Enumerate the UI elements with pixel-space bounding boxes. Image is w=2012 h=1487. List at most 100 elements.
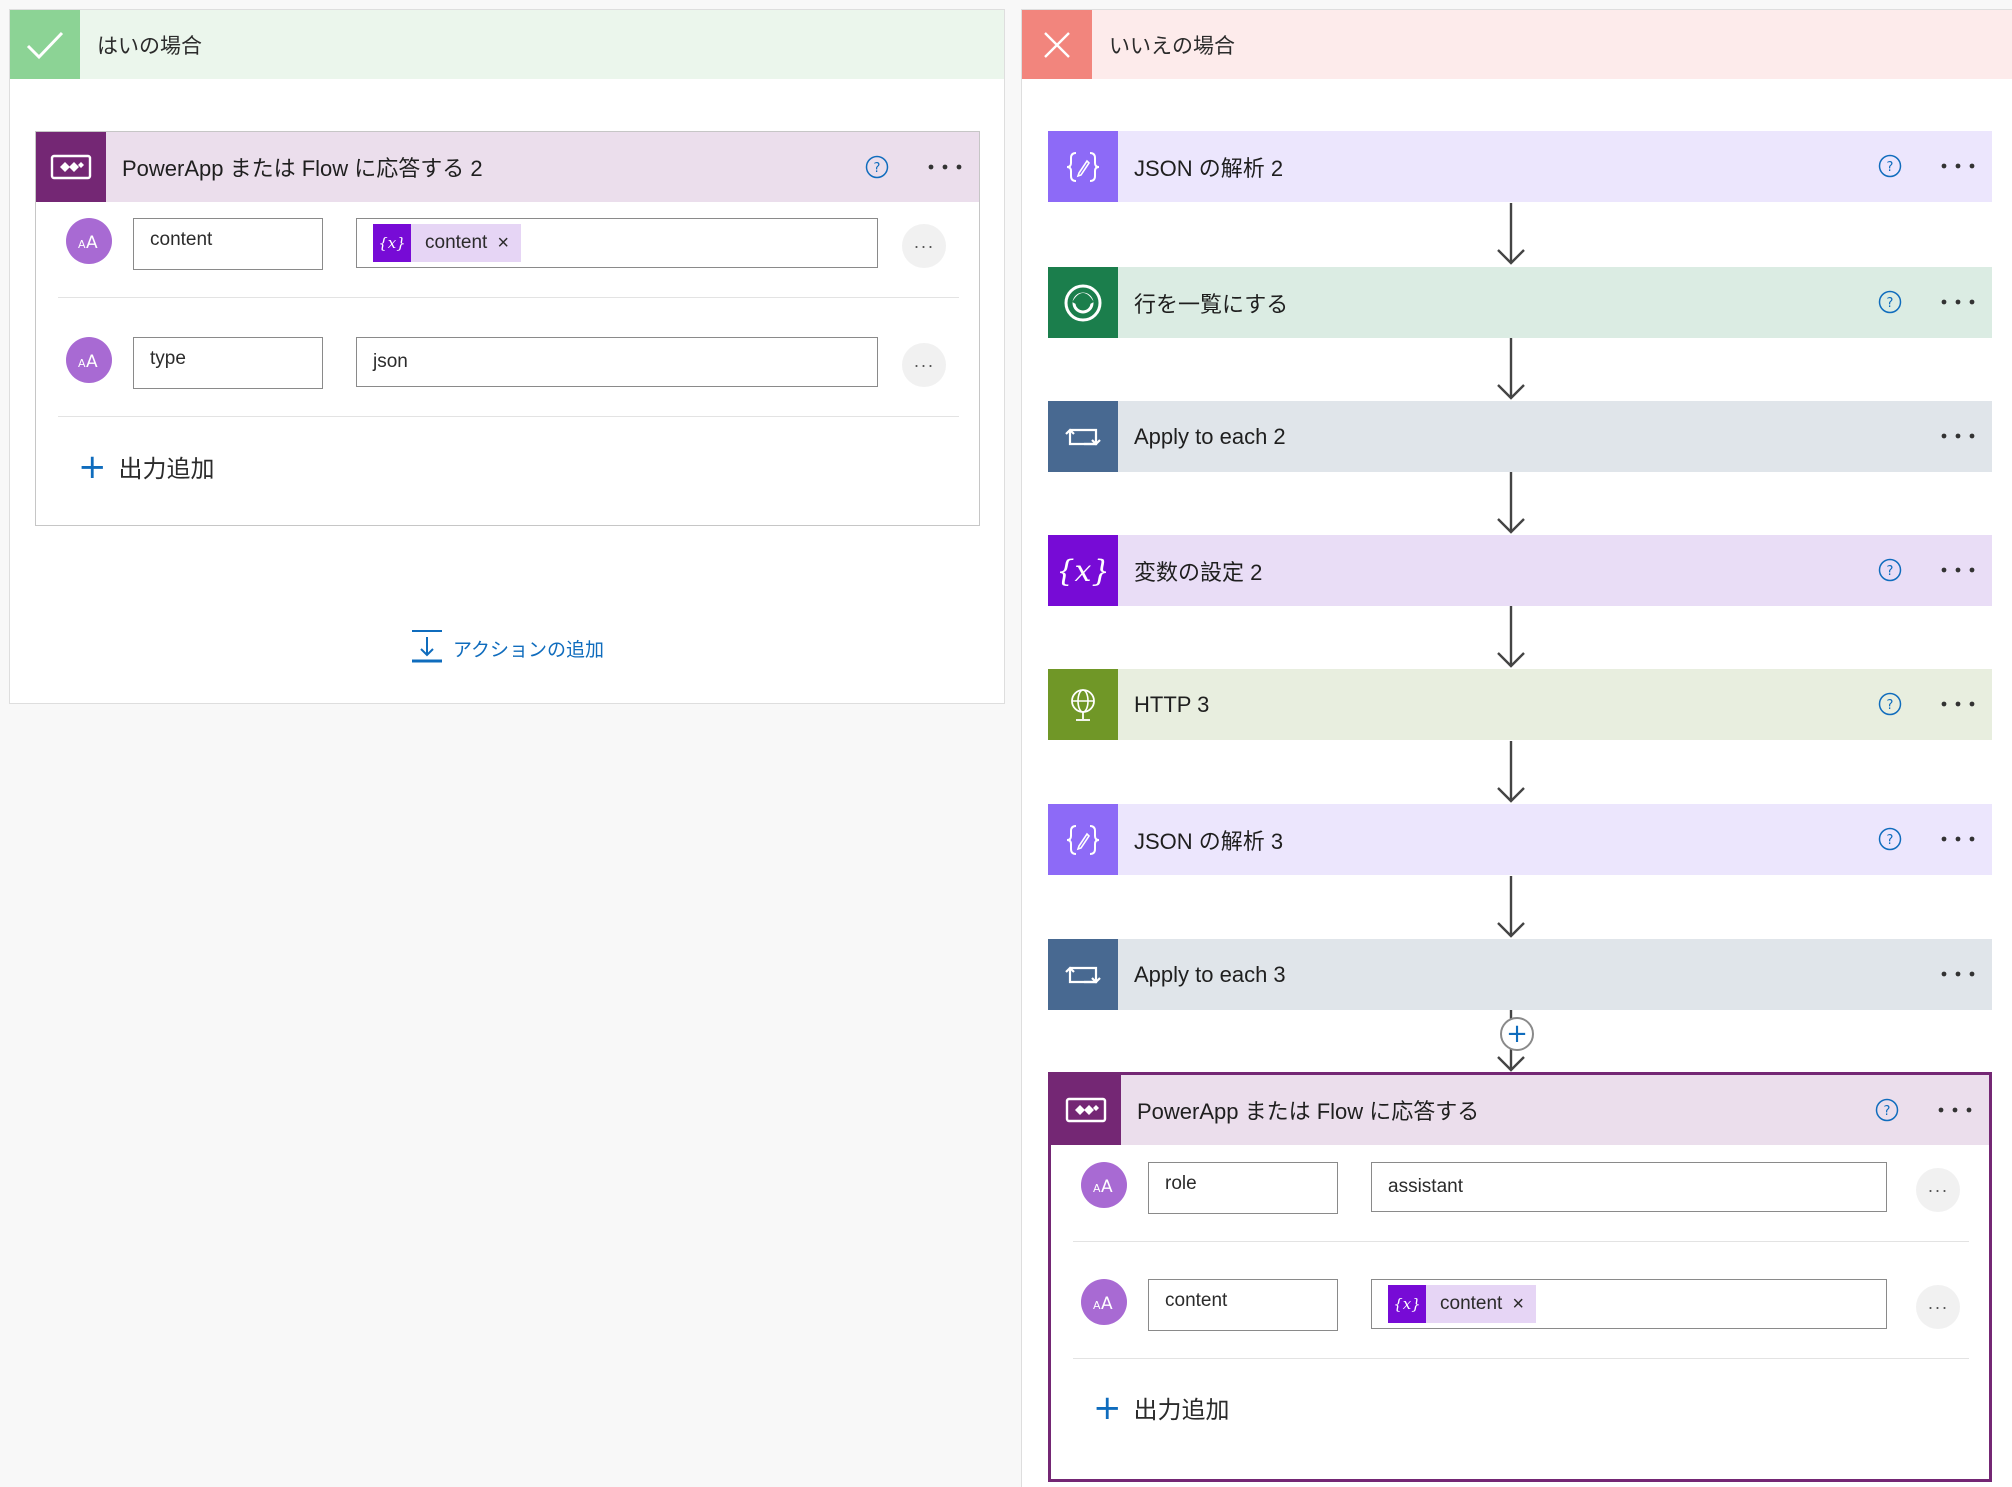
loop-icon [1048, 939, 1118, 1010]
close-icon [1022, 10, 1092, 79]
output-value-field[interactable]: assistant [1371, 1162, 1887, 1212]
card-header[interactable]: HTTP 3 ? [1048, 669, 1992, 740]
add-output-label: 出力追加 [118, 456, 215, 483]
row-more-options-icon[interactable]: ··· [1916, 1168, 1960, 1212]
step-list-rows[interactable]: 行を一覧にする ? [1048, 267, 1992, 338]
help-icon[interactable]: ? [1875, 1098, 1899, 1122]
card-header[interactable]: Apply to each 3 [1048, 939, 1992, 1010]
output-key-field[interactable]: type [133, 337, 323, 389]
add-action-icon [409, 628, 445, 669]
add-output-button[interactable]: + 出力追加 [1093, 1390, 1230, 1425]
card-title: PowerApp または Flow に応答する 2 [122, 156, 483, 181]
more-options-icon[interactable] [1938, 151, 1978, 181]
svg-text:A: A [78, 238, 86, 250]
step-parse-json-3[interactable]: JSON の解析 3 ? [1048, 804, 1992, 875]
card-header[interactable]: JSON の解析 2 ? [1048, 131, 1992, 202]
output-key-field[interactable]: content [1148, 1279, 1338, 1331]
insert-step-button[interactable]: + [1500, 1017, 1534, 1051]
no-branch-panel: いいえの場合 JSON の解析 2 ? 行を一覧にする ? Apply to e… [1021, 9, 2012, 1487]
card-header[interactable]: Apply to each 2 [1048, 401, 1992, 472]
card-title: 変数の設定 2 [1134, 559, 1263, 585]
help-icon[interactable]: ? [1878, 692, 1902, 716]
help-icon[interactable]: ? [865, 155, 889, 179]
step-http-3[interactable]: HTTP 3 ? [1048, 669, 1992, 740]
no-branch-header[interactable]: いいえの場合 [1022, 10, 2012, 79]
svg-text:A: A [86, 352, 98, 369]
help-icon[interactable]: ? [1878, 558, 1902, 582]
remove-token-icon[interactable]: × [497, 232, 509, 255]
output-row: AA content {x} content × ··· [58, 206, 959, 276]
card-title: 行を一覧にする [1134, 291, 1289, 317]
more-options-icon[interactable] [1935, 1095, 1975, 1125]
output-key-field[interactable]: role [1148, 1162, 1338, 1214]
no-branch-title: いいえの場合 [1109, 34, 1235, 58]
card-title: Apply to each 3 [1134, 961, 1286, 987]
help-icon[interactable]: ? [1878, 290, 1902, 314]
step-set-variable-2[interactable]: {x} 変数の設定 2 ? [1048, 535, 1992, 606]
connector-arrow [1497, 876, 1525, 938]
card-title: JSON の解析 3 [1134, 828, 1284, 854]
output-key-field[interactable]: content [133, 218, 323, 270]
card-header[interactable]: PowerApp または Flow に応答する ? [1051, 1075, 1989, 1145]
check-icon [10, 10, 80, 79]
divider [58, 416, 959, 417]
add-output-label: 出力追加 [1133, 1397, 1230, 1424]
parse-json-icon [1048, 804, 1118, 875]
loop-icon [1048, 401, 1118, 472]
more-options-icon[interactable] [1938, 689, 1978, 719]
connector-arrow [1497, 606, 1525, 668]
add-output-button[interactable]: + 出力追加 [78, 449, 215, 484]
plus-icon: + [78, 446, 107, 487]
add-action-button[interactable]: アクションの追加 [409, 628, 604, 669]
help-icon[interactable]: ? [1878, 154, 1902, 178]
more-options-icon[interactable] [925, 152, 965, 182]
card-header[interactable]: 行を一覧にする ? [1048, 267, 1992, 338]
svg-text:?: ? [874, 161, 881, 176]
variable-icon: {x} [373, 224, 411, 262]
card-header[interactable]: JSON の解析 3 ? [1048, 804, 1992, 875]
card-header[interactable]: PowerApp または Flow に応答する 2 ? [36, 132, 979, 202]
step-apply-to-each-2[interactable]: Apply to each 2 [1048, 401, 1992, 472]
more-options-icon[interactable] [1938, 555, 1978, 585]
row-more-options-icon[interactable]: ··· [902, 224, 946, 268]
remove-token-icon[interactable]: × [1512, 1293, 1524, 1316]
more-options-icon[interactable] [1938, 421, 1978, 451]
variable-icon: {x} [1048, 535, 1118, 606]
svg-text:A: A [1101, 1177, 1113, 1194]
plus-icon: + [1093, 1387, 1122, 1428]
connector-arrow [1497, 203, 1525, 265]
token-label: content [425, 232, 488, 253]
svg-text:?: ? [1884, 1104, 1891, 1119]
parse-json-icon [1048, 131, 1118, 202]
card-header[interactable]: {x} 変数の設定 2 ? [1048, 535, 1992, 606]
powerapps-icon [36, 132, 106, 202]
card-title: Apply to each 2 [1134, 423, 1286, 449]
respond-to-powerapp-card-2[interactable]: PowerApp または Flow に応答する 2 ? AA content {… [35, 131, 980, 526]
card-title: HTTP 3 [1134, 691, 1210, 717]
row-more-options-icon[interactable]: ··· [1916, 1285, 1960, 1329]
respond-to-powerapp-card[interactable]: PowerApp または Flow に応答する ? AA role assist… [1048, 1072, 1992, 1482]
more-options-icon[interactable] [1938, 287, 1978, 317]
step-parse-json-2[interactable]: JSON の解析 2 ? [1048, 131, 1992, 202]
more-options-icon[interactable] [1938, 824, 1978, 854]
http-globe-icon [1048, 669, 1118, 740]
help-icon[interactable]: ? [1878, 827, 1902, 851]
svg-text:A: A [78, 357, 86, 369]
svg-text:?: ? [1887, 296, 1894, 311]
output-value-field[interactable]: json [356, 337, 878, 387]
row-more-options-icon[interactable]: ··· [902, 343, 946, 387]
output-value-field[interactable]: {x} content × [1371, 1279, 1887, 1329]
card-title: PowerApp または Flow に応答する [1137, 1099, 1480, 1124]
dynamic-content-token[interactable]: {x} content × [373, 224, 522, 262]
yes-branch-header[interactable]: はいの場合 [10, 10, 1004, 79]
powerapps-icon [1051, 1075, 1121, 1145]
output-value-field[interactable]: {x} content × [356, 218, 878, 268]
divider [58, 297, 959, 298]
variable-icon: {x} [1388, 1285, 1426, 1323]
step-apply-to-each-3[interactable]: Apply to each 3 [1048, 939, 1992, 1010]
dynamic-content-token[interactable]: {x} content × [1388, 1285, 1537, 1323]
yes-branch-panel: はいの場合 PowerApp または Flow に応答する 2 ? AA con… [9, 9, 1005, 704]
card-title: JSON の解析 2 [1134, 155, 1284, 181]
svg-text:A: A [86, 233, 98, 250]
more-options-icon[interactable] [1938, 959, 1978, 989]
